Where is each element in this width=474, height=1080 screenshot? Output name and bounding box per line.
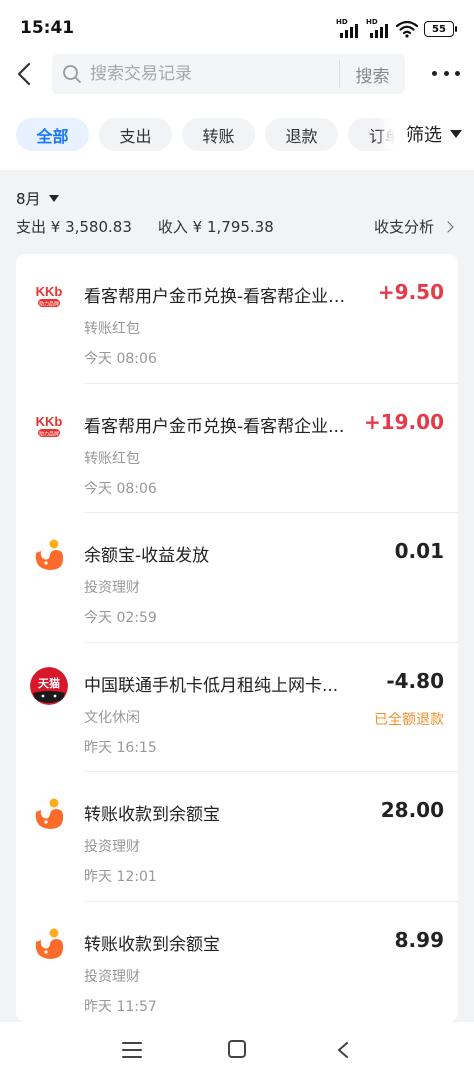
expense-total: 支出 ¥ 3,580.83 — [16, 218, 132, 236]
home-icon[interactable] — [228, 1040, 246, 1058]
more-dots-icon[interactable] — [432, 66, 460, 80]
search-box: 搜索 — [52, 54, 405, 94]
transaction-category: 转账红包 — [84, 321, 140, 337]
kkb-logo-subtext: 助力品牌 — [39, 301, 59, 308]
status-bar: 15:41 HD HD 55 — [0, 0, 474, 52]
transaction-category: 投资理财 — [84, 839, 140, 855]
transaction-row[interactable]: KKb 助力品牌 看客帮用户金币兑换-看客帮企业账户 转账红包 今天 08:06… — [16, 254, 458, 384]
transaction-time: 今天 02:59 — [84, 610, 157, 626]
back-arrow-icon[interactable] — [12, 60, 38, 88]
tmall-icon: 天猫 — [30, 666, 68, 705]
month-selector[interactable]: 8月 — [16, 188, 59, 209]
filter-button[interactable]: 筛选 — [394, 112, 474, 156]
transaction-title: 余额宝-收益发放 — [84, 546, 210, 566]
caret-down-icon — [450, 130, 462, 138]
tab-transfer[interactable]: 转账 — [182, 118, 255, 151]
transaction-time: 今天 08:06 — [84, 480, 157, 497]
month-summary: 8月 支出 ¥ 3,580.83 收入 ¥ 1,795.38 收支分析 — [0, 182, 474, 242]
yuebao-icon — [30, 925, 68, 964]
search-input[interactable] — [90, 54, 330, 94]
caret-down-icon — [48, 195, 59, 202]
filter-bar: 全部 支出 转账 退款 订单 筛选 — [0, 98, 474, 170]
month-label: 8月 — [16, 190, 41, 208]
transaction-row[interactable]: 天猫 中国联通手机卡低月租纯上网卡... 文化休闲 昨天 16:15 -4.80… — [16, 643, 458, 773]
signal-hd-label: HD — [366, 18, 378, 26]
transaction-amount: 28.00 — [380, 798, 444, 822]
analysis-link[interactable]: 收支分析 — [373, 216, 454, 237]
search-icon — [63, 65, 81, 83]
refund-status: 已全额退款 — [374, 711, 444, 728]
wifi-icon — [396, 20, 418, 38]
transaction-amount: 0.01 — [394, 539, 444, 563]
tmall-logo-text: 天猫 — [38, 676, 60, 690]
transaction-time: 今天 08:06 — [84, 351, 157, 367]
transaction-row[interactable]: 余额宝-收益发放 投资理财 今天 02:59 0.01 — [16, 513, 458, 643]
transaction-title: 看客帮用户金币兑换-看客帮企业... — [84, 416, 345, 437]
transaction-row[interactable]: KKb 助力品牌 看客帮用户金币兑换-看客帮企业... 转账红包 今天 08:0… — [16, 384, 458, 514]
kkb-logo-text: KKb — [36, 284, 63, 299]
status-time: 15:41 — [20, 18, 75, 38]
status-icons: HD HD 55 — [336, 18, 457, 38]
transaction-time: 昨天 16:15 — [84, 739, 157, 756]
transaction-amount: +19.00 — [363, 409, 444, 434]
signal-hd-label: HD — [336, 18, 348, 26]
tab-expense[interactable]: 支出 — [99, 118, 172, 151]
transaction-title: 看客帮用户金币兑换-看客帮企业账户 — [84, 287, 356, 307]
yuebao-icon — [30, 537, 68, 575]
menu-icon[interactable] — [122, 1042, 142, 1058]
battery-icon: 55 — [424, 21, 457, 37]
battery-level: 55 — [432, 23, 446, 35]
transaction-category: 投资理财 — [84, 968, 140, 985]
transaction-title: 中国联通手机卡低月租纯上网卡... — [84, 675, 339, 696]
kkb-logo-icon: KKb 助力品牌 — [30, 278, 68, 316]
transaction-amount: 8.99 — [394, 927, 444, 952]
transaction-amount: -4.80 — [386, 668, 444, 693]
month-totals: 支出 ¥ 3,580.83 收入 ¥ 1,795.38 — [16, 216, 274, 237]
transaction-category: 转账红包 — [84, 450, 140, 467]
yuebao-icon — [30, 796, 68, 834]
transaction-time: 昨天 12:01 — [84, 869, 157, 885]
tab-all[interactable]: 全部 — [16, 118, 89, 151]
income-total: 收入 ¥ 1,795.38 — [157, 218, 274, 236]
back-icon[interactable] — [336, 1042, 350, 1058]
filter-label: 筛选 — [406, 125, 442, 146]
search-button[interactable]: 搜索 — [340, 54, 405, 94]
kkb-logo-text: KKb — [36, 414, 63, 429]
signal-hd-icon: HD — [366, 18, 390, 38]
chevron-right-icon — [442, 220, 454, 233]
transaction-title: 转账收款到余额宝 — [84, 934, 220, 955]
transaction-row[interactable]: 转账收款到余额宝 投资理财 昨天 12:01 28.00 — [16, 772, 458, 902]
kkb-logo-subtext: 助力品牌 — [39, 430, 59, 437]
tab-refund[interactable]: 退款 — [265, 118, 338, 151]
transaction-title: 转账收款到余额宝 — [84, 805, 220, 825]
transaction-row[interactable]: 转账收款到余额宝 投资理财 昨天 11:57 8.99 — [16, 902, 458, 1023]
signal-hd-icon: HD — [336, 18, 360, 38]
transaction-category: 投资理财 — [84, 580, 140, 596]
system-nav-bar — [0, 1022, 474, 1080]
analysis-label: 收支分析 — [373, 218, 434, 236]
transaction-amount: +9.50 — [377, 280, 444, 304]
search-header: 搜索 — [0, 52, 474, 98]
transaction-list: KKb 助力品牌 看客帮用户金币兑换-看客帮企业账户 转账红包 今天 08:06… — [16, 254, 458, 1022]
transaction-category: 文化休闲 — [84, 709, 140, 726]
transaction-time: 昨天 11:57 — [84, 998, 157, 1015]
kkb-logo-icon: KKb 助力品牌 — [30, 407, 68, 446]
